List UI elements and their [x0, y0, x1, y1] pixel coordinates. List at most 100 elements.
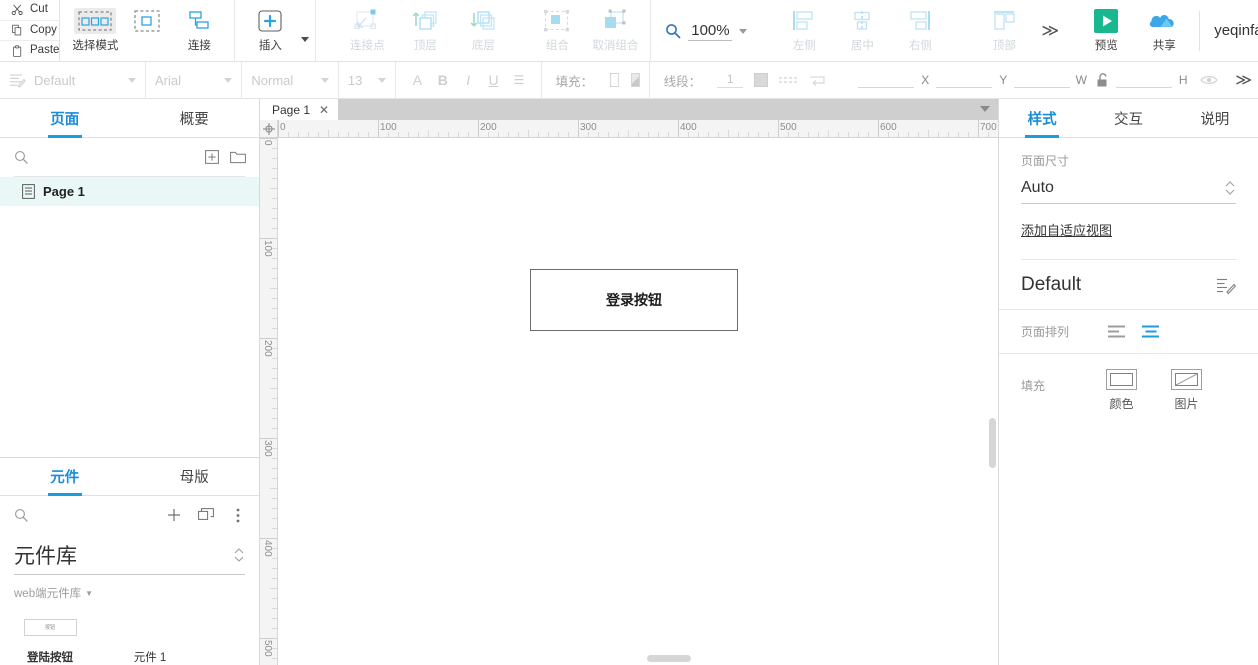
fill-color-option[interactable]: 颜色	[1106, 369, 1137, 412]
align-right-button[interactable]: 右侧	[891, 0, 949, 62]
y-input[interactable]	[936, 73, 993, 88]
user-menu[interactable]: yeqinfang	[1199, 10, 1258, 51]
tab-outline[interactable]: 概要	[130, 99, 260, 137]
library-source-label: web端元件库	[14, 588, 82, 600]
tab-overflow-caret-icon[interactable]	[980, 106, 990, 112]
vertical-ruler[interactable]: 0 100 200 300 400 500	[260, 138, 278, 665]
add-library-icon[interactable]	[165, 506, 183, 524]
fill-gradient-swatch[interactable]	[630, 73, 640, 87]
group-button[interactable]: 组合	[528, 0, 586, 62]
align-page-left-icon[interactable]	[1107, 324, 1127, 339]
font-weight-select[interactable]: Normal	[251, 69, 329, 91]
ruler-origin-button[interactable]	[260, 120, 278, 138]
paste-button[interactable]: Paste	[0, 41, 59, 61]
font-color-icon[interactable]: A	[405, 72, 430, 88]
align-left-button[interactable]: 左侧	[775, 0, 833, 62]
canvas-tab-page1[interactable]: Page 1 ✕	[260, 99, 339, 120]
line-color-swatch[interactable]	[754, 73, 769, 87]
align-top-button[interactable]: 顶部	[975, 0, 1033, 62]
tab-style[interactable]: 样式	[999, 99, 1085, 137]
connection-point-button[interactable]: 连接点	[338, 0, 396, 62]
canvas-board[interactable]: 登录按钮	[279, 138, 998, 665]
close-icon[interactable]: ✕	[319, 103, 329, 117]
pages-search-input[interactable]	[37, 156, 195, 158]
horizontal-ruler[interactable]: 0 100 200 300 400 500 600 700	[278, 120, 998, 138]
search-icon[interactable]	[14, 150, 29, 165]
insert-button[interactable]: 插入	[241, 0, 299, 62]
underline-icon[interactable]: U	[481, 72, 506, 88]
stepper-icon[interactable]	[1224, 179, 1236, 197]
zoom-value[interactable]: 100%	[688, 22, 733, 41]
page-list-item[interactable]: Page 1	[0, 177, 259, 206]
tab-interaction[interactable]: 交互	[1085, 99, 1171, 137]
align-right-icon	[910, 11, 931, 30]
bring-to-front-button[interactable]: 顶层	[396, 0, 454, 62]
font-family-select[interactable]: Arial	[155, 69, 233, 91]
ungroup-button[interactable]: 取消组合	[586, 0, 644, 62]
preview-button[interactable]: 预览	[1077, 0, 1135, 62]
ruler-minor-tick	[272, 278, 277, 279]
align-page-center-icon[interactable]	[1141, 324, 1161, 339]
canvas-tabstrip: Page 1 ✕	[260, 99, 998, 120]
duplicate-icon[interactable]	[197, 506, 215, 524]
library-widget-element-1[interactable]: 元件 1	[100, 619, 200, 665]
library-source[interactable]: web端元件库 ▼	[0, 575, 259, 601]
format-overflow-button[interactable]: ≫	[1221, 70, 1258, 90]
x-input[interactable]	[858, 73, 915, 88]
add-page-icon[interactable]	[203, 148, 221, 166]
fill-image-option[interactable]: 图片	[1171, 369, 1202, 412]
canvas-vertical-scrollbar[interactable]	[989, 418, 996, 468]
page-size-select[interactable]: Auto	[1021, 175, 1236, 204]
origin-icon	[262, 122, 275, 135]
tab-notes[interactable]: 说明	[1172, 99, 1258, 137]
copy-button[interactable]: Copy	[0, 21, 60, 42]
align-center-button[interactable]: 居中	[833, 0, 891, 62]
stepper-icon[interactable]	[233, 546, 245, 564]
unlock-icon[interactable]	[1096, 72, 1109, 88]
cut-button[interactable]: Cut	[0, 0, 60, 21]
insert-dropdown-caret[interactable]	[301, 36, 310, 42]
eye-icon[interactable]	[1200, 74, 1218, 86]
tab-widgets[interactable]: 元件	[0, 458, 130, 495]
add-adaptive-view-link[interactable]: 添加自适应视图	[1021, 220, 1112, 239]
library-widget-thumb-text: 按钮	[44, 624, 55, 632]
line-width-input[interactable]: 1	[717, 72, 744, 88]
canvas-widget-login-button[interactable]: 登录按钮	[530, 269, 738, 331]
ruler-minor-tick	[548, 132, 549, 137]
line-style-icon[interactable]	[779, 75, 798, 85]
fill-color-swatch[interactable]	[610, 73, 619, 87]
arrow-style-icon[interactable]	[808, 74, 826, 86]
app-root: Cut Copy Paste 选择模式 连接 插入 连接点 顶层 底层 组合 取…	[0, 0, 1258, 665]
style-selector[interactable]: Default	[34, 69, 136, 91]
ruler-minor-tick	[558, 132, 559, 137]
library-widget-login-button[interactable]: 按钮 登陆按钮	[0, 619, 100, 665]
add-folder-icon[interactable]	[229, 148, 247, 166]
library-selector[interactable]: 元件库	[14, 540, 245, 575]
ruler-tick-label: 0	[280, 122, 286, 133]
share-button[interactable]: 共享	[1135, 0, 1193, 62]
select-single-button[interactable]	[124, 0, 170, 62]
italic-icon[interactable]: I	[455, 72, 480, 88]
w-input[interactable]	[1014, 73, 1071, 88]
zoom-control[interactable]: 100%	[651, 0, 757, 62]
tab-pages[interactable]: 页面	[0, 99, 130, 137]
connect-button[interactable]: 连接	[170, 0, 228, 62]
canvas-horizontal-scrollbar[interactable]	[647, 655, 691, 662]
bullet-list-icon[interactable]: ☰	[506, 73, 531, 87]
zoom-chevron-down-icon[interactable]	[739, 28, 748, 34]
search-icon[interactable]	[14, 508, 29, 523]
main-toolbar: Cut Copy Paste 选择模式 连接 插入 连接点 顶层 底层 组合 取…	[0, 0, 1258, 62]
h-input[interactable]	[1116, 73, 1173, 88]
toolbar-overflow-button[interactable]: ≫	[1033, 21, 1065, 41]
ruler-minor-tick	[458, 132, 459, 137]
ruler-minor-tick	[272, 358, 277, 359]
tab-masters[interactable]: 母版	[130, 458, 260, 495]
more-options-icon[interactable]	[229, 506, 247, 524]
position-size-group: X Y W H ≫	[858, 70, 1258, 90]
select-mode-button[interactable]: 选择模式	[66, 0, 124, 62]
edit-style-icon[interactable]	[1216, 276, 1236, 295]
bold-icon[interactable]: B	[430, 72, 455, 88]
ruler-tick-label: 0	[262, 140, 273, 146]
send-to-back-button[interactable]: 底层	[454, 0, 512, 62]
font-size-select[interactable]: 13	[348, 69, 386, 91]
